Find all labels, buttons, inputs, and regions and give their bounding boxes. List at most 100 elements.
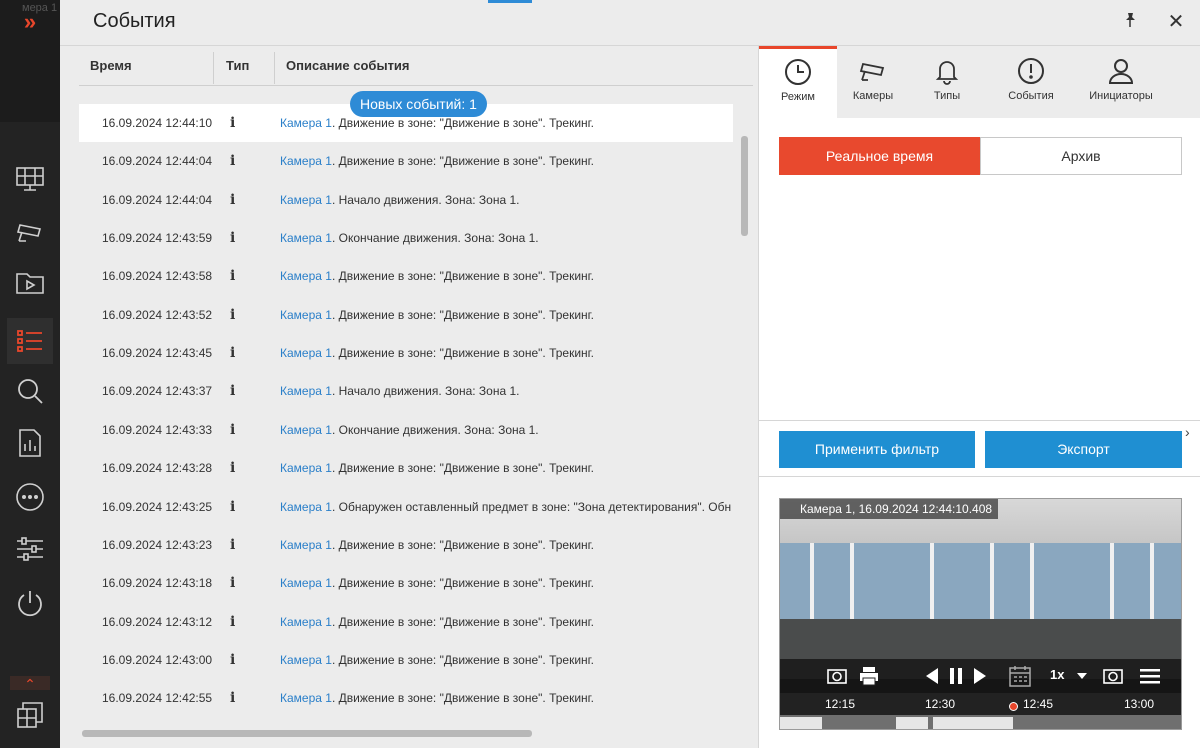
event-time: 16.09.2024 12:43:28 bbox=[102, 461, 213, 476]
collapse-up-button[interactable]: ⌃ bbox=[10, 676, 50, 692]
print-icon[interactable] bbox=[858, 665, 880, 687]
pin-icon[interactable] bbox=[1120, 10, 1140, 30]
table-row[interactable]: 16.09.2024 12:43:58 i Камера 1. Движение в… bbox=[79, 257, 733, 295]
event-time: 16.09.2024 12:43:37 bbox=[102, 384, 213, 399]
event-time: 16.09.2024 12:43:00 bbox=[102, 652, 213, 667]
tab-events-label: События bbox=[1008, 90, 1054, 102]
horizontal-scrollbar[interactable] bbox=[82, 730, 532, 737]
layouts-button[interactable] bbox=[7, 692, 53, 738]
table-row[interactable]: 16.09.2024 12:42:55 i Камера 1. Движение в… bbox=[79, 679, 733, 717]
close-button[interactable]: ✕ bbox=[1165, 9, 1187, 34]
menu-icon[interactable] bbox=[1139, 666, 1161, 686]
camera-link[interactable]: Камера 1 bbox=[280, 653, 332, 667]
more-icon bbox=[16, 483, 44, 511]
table-row[interactable]: 16.09.2024 12:43:33 i Камера 1. Окончание … bbox=[79, 411, 733, 449]
speed-dropdown-icon[interactable] bbox=[1077, 672, 1087, 680]
event-text: . Движение в зоне: "Движение в зоне". Тр… bbox=[331, 461, 594, 476]
camera-link[interactable]: Камера 1 bbox=[280, 116, 332, 130]
pause-icon[interactable] bbox=[948, 666, 964, 686]
tab-initiators[interactable]: Инициаторы bbox=[1071, 46, 1171, 118]
table-row[interactable]: 16.09.2024 12:43:45 i Камера 1. Движение в… bbox=[79, 334, 733, 372]
table-row[interactable]: 16.09.2024 12:43:00 i Камера 1. Движение в… bbox=[79, 641, 733, 679]
column-separator[interactable] bbox=[213, 52, 214, 84]
camera-link[interactable]: Камера 1 bbox=[280, 461, 332, 475]
realtime-button[interactable]: Реальное время bbox=[779, 137, 980, 175]
chevron-right-icon[interactable]: › bbox=[1185, 424, 1190, 440]
cameras-button[interactable] bbox=[7, 208, 53, 254]
next-frame-icon[interactable] bbox=[972, 666, 988, 686]
event-text: . Движение в зоне: "Движение в зоне". Тр… bbox=[331, 346, 594, 361]
event-text: . Движение в зоне: "Движение в зоне". Тр… bbox=[331, 307, 594, 322]
camera-link[interactable]: Камера 1 bbox=[280, 154, 332, 168]
table-row[interactable]: 16.09.2024 12:43:18 i Камера 1. Движение в… bbox=[79, 564, 733, 602]
tab-cameras[interactable]: Камеры bbox=[837, 46, 909, 118]
event-text: . Движение в зоне: "Движение в зоне". Тр… bbox=[331, 269, 594, 284]
camera-link[interactable]: Камера 1 bbox=[280, 576, 332, 590]
prev-frame-icon[interactable] bbox=[924, 666, 940, 686]
table-row[interactable]: 16.09.2024 12:43:37 i Камера 1. Начало дви… bbox=[79, 372, 733, 410]
table-row[interactable]: 16.09.2024 12:44:04 i Камера 1. Движение в… bbox=[79, 142, 733, 180]
export-button[interactable]: Экспорт bbox=[985, 431, 1182, 468]
speed-label[interactable]: 1x bbox=[1050, 667, 1064, 682]
camera-link[interactable]: Камера 1 bbox=[280, 423, 332, 437]
page-title: События bbox=[93, 10, 176, 32]
timeline-tick: 12:45 bbox=[1023, 697, 1054, 711]
info-icon: i bbox=[230, 421, 236, 438]
camera-link[interactable]: Камера 1 bbox=[280, 691, 332, 705]
column-description[interactable]: Описание события bbox=[286, 58, 410, 73]
table-row[interactable]: 16.09.2024 12:43:28 i Камера 1. Движение в… bbox=[79, 449, 733, 487]
filter-panel: Режим Камеры Типы События Инициаторы Реа… bbox=[758, 46, 1200, 748]
column-time[interactable]: Время bbox=[90, 58, 132, 73]
archive-button[interactable]: Архив bbox=[980, 137, 1182, 175]
camera-link[interactable]: Камера 1 bbox=[280, 384, 332, 398]
table-row[interactable]: 16.09.2024 12:43:59 i Камера 1. Окончание … bbox=[79, 219, 733, 257]
info-icon: i bbox=[230, 230, 236, 247]
event-description: Камера 1. Движение в зоне: "Движение в з… bbox=[280, 461, 734, 475]
camera-link[interactable]: Камера 1 bbox=[280, 269, 332, 283]
vertical-scrollbar[interactable] bbox=[741, 136, 748, 236]
table-row[interactable]: 16.09.2024 12:43:12 i Камера 1. Движение в… bbox=[79, 603, 733, 641]
camera-link[interactable]: Камера 1 bbox=[280, 346, 332, 360]
camera-viewer[interactable]: Камера 1, 16.09.2024 12:44:10.408 1x 12:… bbox=[779, 498, 1182, 730]
info-icon: i bbox=[230, 345, 236, 362]
more-button[interactable] bbox=[7, 474, 53, 520]
video-frame bbox=[1110, 543, 1114, 623]
calendar-icon[interactable] bbox=[1008, 664, 1032, 688]
power-button[interactable] bbox=[7, 580, 53, 626]
reports-button[interactable] bbox=[7, 420, 53, 466]
divider bbox=[759, 420, 1200, 421]
tab-types[interactable]: Типы bbox=[909, 46, 985, 118]
table-row[interactable]: 16.09.2024 12:43:23 i Камера 1. Движение в… bbox=[79, 526, 733, 564]
new-events-badge[interactable]: Новых событий: 1 bbox=[350, 91, 487, 117]
playhead[interactable] bbox=[1009, 702, 1018, 711]
monitor-grid-button[interactable] bbox=[7, 156, 53, 202]
column-separator[interactable] bbox=[274, 52, 275, 84]
camera-link[interactable]: Камера 1 bbox=[280, 231, 332, 245]
event-text: . Движение в зоне: "Движение в зоне". Тр… bbox=[331, 614, 594, 629]
events-button[interactable] bbox=[7, 318, 53, 364]
apply-filter-button[interactable]: Применить фильтр bbox=[779, 431, 975, 468]
archive-button[interactable] bbox=[7, 260, 53, 306]
clock-icon bbox=[785, 59, 811, 85]
column-type[interactable]: Тип bbox=[226, 58, 249, 73]
expand-button[interactable]: » bbox=[14, 8, 46, 36]
export-frame-icon[interactable] bbox=[1102, 666, 1124, 686]
table-row[interactable]: 16.09.2024 12:43:25 i Камера 1. Обнаружен … bbox=[79, 488, 733, 526]
event-text: . Движение в зоне: "Движение в зоне". Тр… bbox=[331, 154, 594, 169]
search-button[interactable] bbox=[7, 368, 53, 414]
timeline[interactable]: 12:15 12:30 12:45 13:00 bbox=[780, 693, 1181, 729]
camera-link[interactable]: Камера 1 bbox=[280, 193, 332, 207]
snapshot-icon[interactable] bbox=[826, 666, 848, 686]
camera-link[interactable]: Камера 1 bbox=[280, 500, 332, 514]
settings-button[interactable] bbox=[7, 526, 53, 572]
table-row[interactable]: 16.09.2024 12:43:52 i Камера 1. Движение в… bbox=[79, 296, 733, 334]
tab-events[interactable]: События bbox=[991, 46, 1071, 118]
event-text: . Движение в зоне: "Движение в зоне". Тр… bbox=[331, 652, 594, 667]
tab-mode[interactable]: Режим bbox=[759, 46, 837, 118]
camera-link[interactable]: Камера 1 bbox=[280, 538, 332, 552]
camera-link[interactable]: Камера 1 bbox=[280, 308, 332, 322]
events-table: Время Тип Описание события 16.09.2024 12… bbox=[79, 46, 759, 748]
camera-link[interactable]: Камера 1 bbox=[280, 615, 332, 629]
event-time: 16.09.2024 12:43:25 bbox=[102, 499, 213, 514]
table-row[interactable]: 16.09.2024 12:44:04 i Камера 1. Начало дви… bbox=[79, 181, 733, 219]
